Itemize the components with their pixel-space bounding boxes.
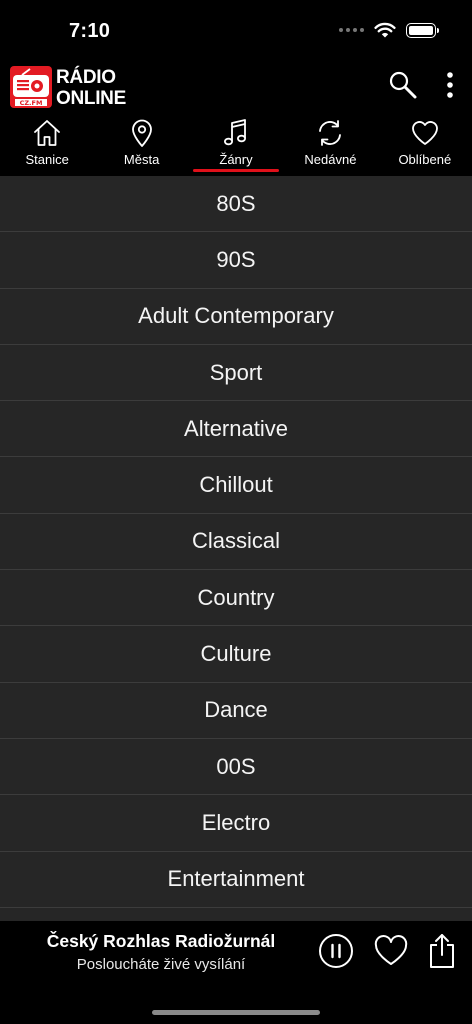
svg-text:CZ.FM: CZ.FM — [20, 99, 43, 107]
favorite-button[interactable] — [374, 935, 408, 967]
genre-item[interactable]: Country — [0, 570, 472, 627]
genre-item[interactable]: Chillout — [0, 457, 472, 514]
wifi-icon — [374, 22, 396, 38]
cellular-signal-icon — [339, 28, 364, 32]
pause-icon — [319, 934, 353, 968]
status-bar: 7:10 — [0, 0, 472, 60]
mini-player: Český Rozhlas Radiožurnál Posloucháte ži… — [0, 921, 472, 1024]
genre-item[interactable]: Electro — [0, 795, 472, 852]
tab-oblibene[interactable]: Oblíbené — [378, 116, 472, 176]
status-icons — [339, 22, 439, 38]
music-note-icon — [224, 119, 247, 146]
more-vertical-icon — [447, 72, 453, 98]
app-header: CZ.FM RÁDIO ONLINE — [0, 60, 472, 116]
header-actions — [388, 70, 454, 100]
genre-item[interactable]: Culture — [0, 626, 472, 683]
genre-item[interactable]: Adult Contemporary — [0, 288, 472, 345]
app-title-line1: RÁDIO — [56, 67, 116, 88]
active-tab-indicator — [192, 169, 280, 172]
refresh-icon — [319, 120, 342, 146]
app-title: RÁDIO ONLINE — [56, 67, 126, 109]
pause-button[interactable] — [318, 933, 354, 969]
tab-stanice[interactable]: Stanice — [0, 116, 94, 176]
location-pin-icon — [131, 119, 152, 147]
tab-label: Města — [123, 152, 160, 167]
genre-item[interactable]: 80S — [0, 176, 472, 233]
tab-label: Stanice — [25, 152, 69, 167]
genre-item[interactable]: 90S — [0, 232, 472, 289]
status-time: 7:10 — [69, 20, 111, 42]
tab-nedavne[interactable]: Nedávné — [283, 116, 377, 176]
player-actions — [318, 933, 456, 969]
heart-icon — [411, 121, 438, 145]
search-icon — [389, 71, 417, 99]
app-title-line2: ONLINE — [56, 88, 126, 109]
genre-item[interactable]: 00S — [0, 738, 472, 796]
heart-icon — [374, 935, 408, 965]
home-icon — [34, 120, 61, 146]
share-icon — [430, 934, 454, 968]
radio-logo-icon: CZ.FM — [10, 66, 52, 108]
tab-zanry[interactable]: Žánry — [189, 116, 283, 176]
genre-item[interactable]: Dance — [0, 682, 472, 739]
share-button[interactable] — [428, 933, 456, 969]
tab-label: Oblíbené — [398, 152, 452, 167]
tab-label: Žánry — [219, 152, 253, 167]
now-playing-subtitle: Posloucháte živé vysílání — [76, 956, 246, 973]
tab-label: Nedávné — [304, 152, 357, 167]
tab-bar: Stanice Města Žánry Nedávné Oblíbené — [0, 116, 472, 176]
now-playing-info[interactable]: Český Rozhlas Radiožurnál Posloucháte ži… — [16, 931, 306, 973]
genre-list: 80S 90S Adult Contemporary Sport Alterna… — [0, 176, 472, 921]
genre-item[interactable]: Sport — [0, 344, 472, 402]
tab-mesta[interactable]: Města — [94, 116, 188, 176]
search-button[interactable] — [388, 70, 418, 100]
genre-item[interactable]: Classical — [0, 513, 472, 571]
genre-item[interactable]: Entertainment — [0, 851, 472, 908]
home-indicator — [152, 1010, 320, 1015]
battery-icon — [406, 22, 439, 38]
more-options-button[interactable] — [446, 71, 454, 99]
now-playing-title: Český Rozhlas Radiožurnál — [46, 931, 276, 951]
genre-item[interactable]: Alternative — [0, 401, 472, 458]
